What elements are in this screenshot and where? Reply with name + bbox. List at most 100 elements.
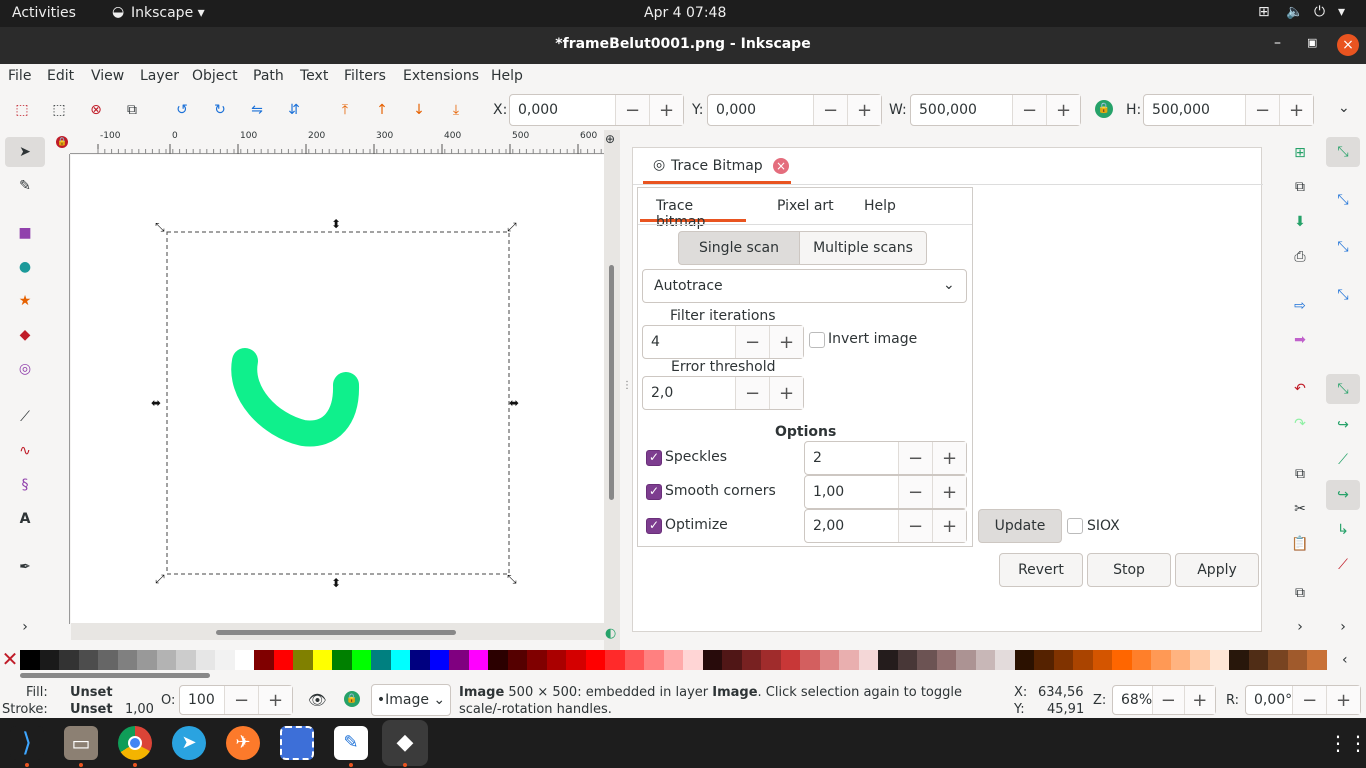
subtab-trace-bitmap[interactable]: Trace bitmap <box>640 188 746 230</box>
canvas[interactable]: ⤡ ⬍ ⤢ ⬌ ⬌ ⤢ ⬍ ⤡ <box>71 155 604 623</box>
h-minus-button[interactable]: − <box>1245 95 1279 125</box>
files-icon[interactable]: ▭ <box>64 726 98 760</box>
text-editor-icon[interactable]: ✎ <box>334 726 368 760</box>
close-icon[interactable]: × <box>1337 34 1359 56</box>
color-swatch[interactable] <box>39 650 59 670</box>
horizontal-scroll-thumb[interactable] <box>216 630 456 635</box>
layer-lock-icon[interactable]: 🔒 <box>344 691 360 707</box>
color-swatch[interactable] <box>1229 650 1249 670</box>
x-plus-button[interactable]: + <box>649 95 683 125</box>
fill-value[interactable]: Unset <box>70 685 113 700</box>
toolbox-expand-chevron-icon[interactable]: › <box>14 616 36 638</box>
opacity-plus-button[interactable]: + <box>258 686 292 714</box>
snap-cusp-icon[interactable]: ↪ <box>1332 414 1354 436</box>
error-threshold-spin[interactable]: 2,0 − + <box>642 376 804 410</box>
color-swatch[interactable] <box>566 650 586 670</box>
lock-ratio-icon[interactable]: 🔒 <box>1095 100 1113 118</box>
color-swatch[interactable] <box>449 650 469 670</box>
filter-plus-button[interactable]: + <box>769 326 803 358</box>
apply-button[interactable]: Apply <box>1175 553 1259 587</box>
smooth-corners-value[interactable]: 1,00 <box>805 484 898 500</box>
snap-expand-chevron-icon[interactable]: › <box>1332 616 1354 638</box>
color-swatch[interactable] <box>429 650 449 670</box>
h-spin[interactable]: 500,000 − + <box>1143 94 1314 126</box>
color-swatch[interactable] <box>254 650 274 670</box>
toolbar-overflow-chevron-icon[interactable]: ⌄ <box>1338 100 1350 116</box>
speckles-value[interactable]: 2 <box>805 450 898 466</box>
color-swatch[interactable] <box>468 650 488 670</box>
w-plus-button[interactable]: + <box>1046 95 1080 125</box>
star-tool-icon[interactable]: ★ <box>14 290 36 312</box>
vscode-icon[interactable]: ⟩ <box>10 726 44 760</box>
speckles-checkbox[interactable]: ✓ <box>646 450 662 466</box>
calligraphy-tool-icon[interactable]: § <box>14 474 36 496</box>
color-swatch[interactable] <box>1112 650 1132 670</box>
color-swatch[interactable] <box>702 650 722 670</box>
color-swatch[interactable] <box>371 650 391 670</box>
color-swatch[interactable] <box>741 650 761 670</box>
layer-dropdown[interactable]: •Image ⌄ <box>371 684 451 716</box>
canvas-area[interactable]: 🔒 -100 0 100 200 300 400 500 600 ⤡ ⬍ ⤢ ⬌… <box>54 130 620 650</box>
optimize-spin[interactable]: 2,00 − + <box>804 509 967 543</box>
rotation-plus-button[interactable]: + <box>1326 686 1360 714</box>
x-value[interactable]: 0,000 <box>510 102 615 118</box>
menu-layer[interactable]: Layer <box>140 68 179 84</box>
h-plus-button[interactable]: + <box>1279 95 1313 125</box>
siox-checkbox[interactable] <box>1067 518 1083 534</box>
dock-handle-icon[interactable]: ⋮ <box>622 380 632 391</box>
filter-iterations-spin[interactable]: 4 − + <box>642 325 804 359</box>
color-swatch[interactable] <box>195 650 215 670</box>
no-paint-swatch-icon[interactable]: ✕ <box>0 648 20 672</box>
color-swatch[interactable] <box>644 650 664 670</box>
opacity-spin[interactable]: 100 − + <box>179 685 293 715</box>
color-swatch[interactable] <box>1053 650 1073 670</box>
color-swatch[interactable] <box>234 650 254 670</box>
color-swatch[interactable] <box>1131 650 1151 670</box>
smooth-corners-spin[interactable]: 1,00 − + <box>804 475 967 509</box>
speckles-spin[interactable]: 2 − + <box>804 441 967 475</box>
color-swatch[interactable] <box>878 650 898 670</box>
h-value[interactable]: 500,000 <box>1144 102 1245 118</box>
chrome-icon[interactable] <box>118 726 152 760</box>
layer-visibility-eye-icon[interactable]: 👁 <box>308 691 327 709</box>
zoom-spin[interactable]: 68% − + <box>1112 685 1216 715</box>
snap-nodes-icon[interactable]: ⤡ <box>1332 236 1354 258</box>
snap-page-icon[interactable]: ⤡ <box>1332 284 1354 306</box>
filter-minus-button[interactable]: − <box>735 326 769 358</box>
new-document-icon[interactable]: ⊞ <box>1289 142 1311 164</box>
pen-tool-icon[interactable]: ⟋ <box>14 406 36 428</box>
color-swatch[interactable] <box>546 650 566 670</box>
color-swatch[interactable] <box>117 650 137 670</box>
smooth-minus-button[interactable]: − <box>898 476 932 508</box>
print-icon[interactable]: ⎙ <box>1289 246 1311 268</box>
color-swatch[interactable] <box>839 650 859 670</box>
undo-icon[interactable]: ↶ <box>1289 378 1311 400</box>
postman-icon[interactable]: ✈ <box>226 726 260 760</box>
snap-midpoints-icon[interactable]: ↳ <box>1332 519 1354 541</box>
paste-icon[interactable]: 📋 <box>1289 533 1311 555</box>
color-swatch[interactable] <box>527 650 547 670</box>
select-all-layers-icon[interactable]: ⬚ <box>48 99 70 121</box>
stop-button[interactable]: Stop <box>1087 553 1171 587</box>
stroke-value[interactable]: Unset <box>70 702 113 717</box>
menu-edit[interactable]: Edit <box>47 68 74 84</box>
snap-grid-icon[interactable]: ⟋ <box>1332 554 1354 576</box>
color-swatch[interactable] <box>273 650 293 670</box>
color-swatch[interactable] <box>1170 650 1190 670</box>
x-spin[interactable]: 0,000 − + <box>509 94 684 126</box>
color-swatch[interactable] <box>1268 650 1288 670</box>
node-tool-icon[interactable]: ✎ <box>14 175 36 197</box>
flip-vertical-icon[interactable]: ⇵ <box>283 99 305 121</box>
w-spin[interactable]: 500,000 − + <box>910 94 1081 126</box>
subtab-pixel-art[interactable]: Pixel art <box>777 198 834 214</box>
color-manage-icon[interactable]: ◐ <box>605 626 616 641</box>
smooth-corners-label[interactable]: Smooth corners <box>665 483 776 499</box>
vertical-ruler[interactable] <box>54 154 70 624</box>
siox-label[interactable]: SIOX <box>1087 518 1120 534</box>
zoom-plus-button[interactable]: + <box>1183 686 1215 714</box>
snap-bbox-icon[interactable]: ⤡ <box>1332 189 1354 211</box>
zoom-value[interactable]: 68% <box>1113 692 1152 708</box>
invert-image-label[interactable]: Invert image <box>828 331 917 347</box>
color-swatch[interactable] <box>858 650 878 670</box>
color-swatch[interactable] <box>1190 650 1210 670</box>
